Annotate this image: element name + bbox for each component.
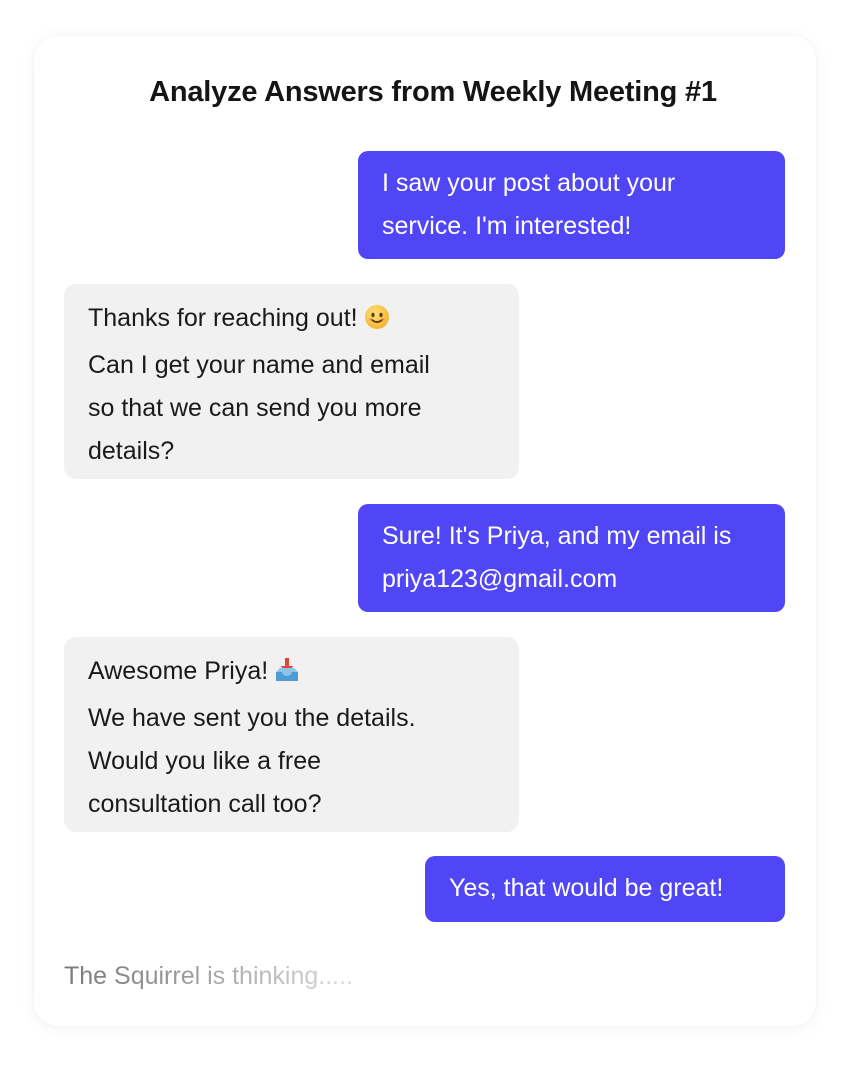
bot-message: Awesome Priya! We have sent you the deta… xyxy=(64,637,519,832)
inbox-tray-emoji-icon xyxy=(274,654,300,697)
bot-message-body: We have sent you the details. Would you … xyxy=(88,704,416,818)
user-message: Sure! It's Priya, and my email is priya1… xyxy=(358,504,785,612)
chat-title: Analyze Answers from Weekly Meeting #1 xyxy=(149,76,717,108)
smiling-face-emoji-icon xyxy=(364,301,390,344)
thinking-status: The Squirrel is thinking..... xyxy=(64,962,354,990)
user-message: Yes, that would be great! xyxy=(425,856,785,922)
bot-message: Thanks for reaching out! Can I get your … xyxy=(64,284,519,479)
bot-message-body: Can I get your name and email so that we… xyxy=(88,351,430,465)
user-message: I saw your post about your service. I'm … xyxy=(358,151,785,259)
bot-message-first-line: Awesome Priya! xyxy=(88,657,269,685)
bot-message-first-line: Thanks for reaching out! xyxy=(88,304,358,332)
